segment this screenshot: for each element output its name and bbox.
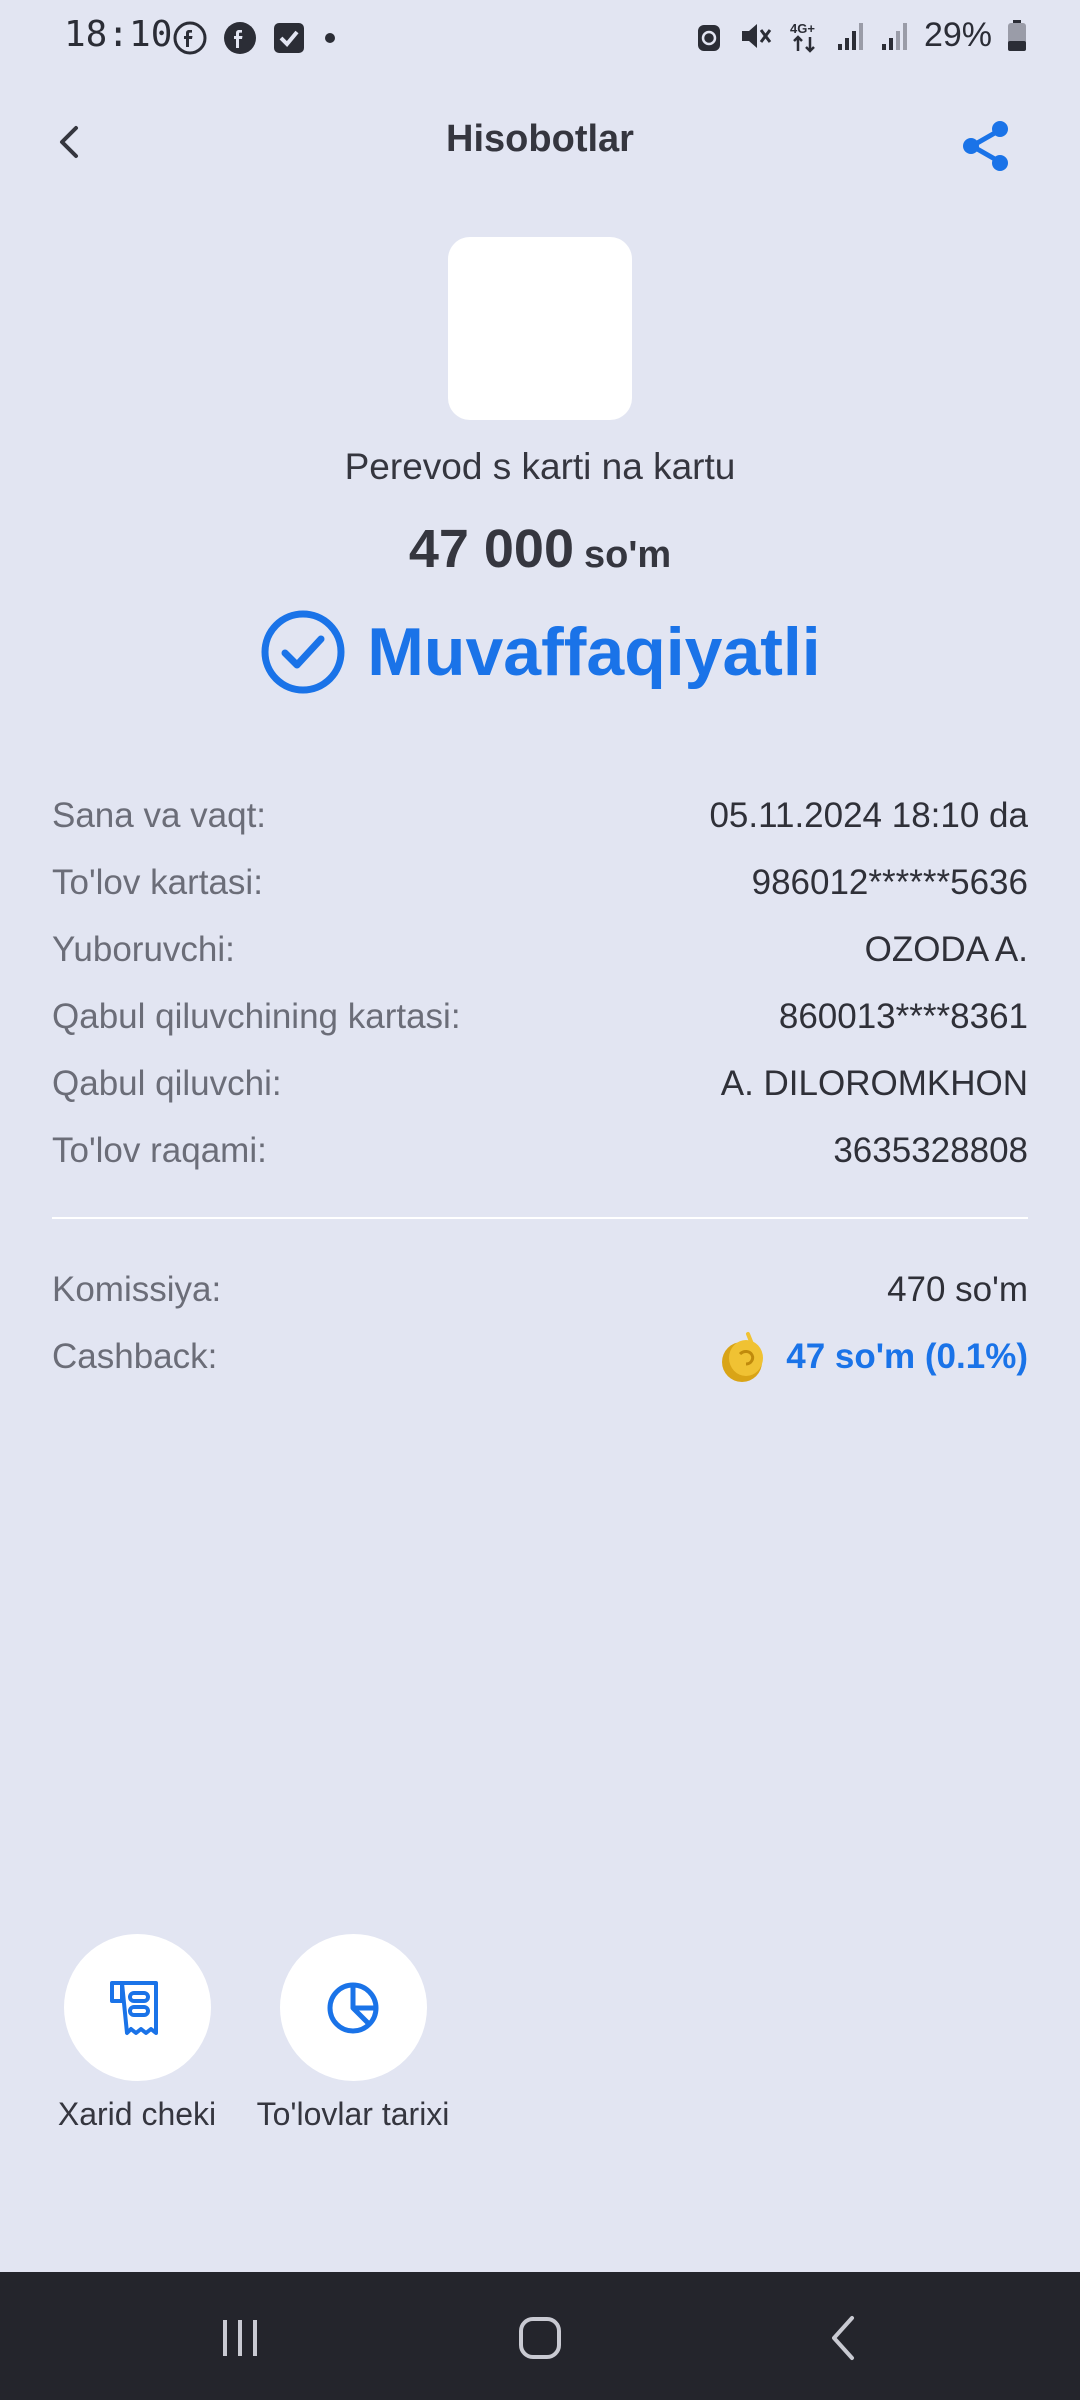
cashback-row: Cashback: 47 so'm (0.1%) — [52, 1323, 1028, 1390]
divider — [52, 1217, 1028, 1219]
detail-label: Qabul qiluvchi: — [52, 1063, 282, 1103]
4g-icon: 4G+ — [790, 21, 815, 53]
home-icon — [519, 2317, 561, 2359]
amount-value: 47 000 — [408, 519, 574, 579]
checkbox-icon — [274, 23, 304, 53]
detail-label: Sana va vaqt: — [52, 795, 267, 835]
status-bar: 18:10 4G+ 29% — [0, 0, 1080, 80]
detail-row-recipient-card: Qabul qiluvchining kartasi: 860013****83… — [52, 983, 1028, 1050]
detail-label: Qabul qiluvchining kartasi: — [52, 996, 461, 1036]
transaction-details: Sana va vaqt: 05.11.2024 18:10 da To'lov… — [52, 782, 1028, 1184]
transaction-amount: 47 000 so'm — [0, 518, 1080, 580]
detail-value: A. DILOROMKHON — [720, 1063, 1028, 1103]
merchant-logo — [448, 237, 632, 420]
facebook-icon — [173, 21, 207, 55]
detail-row-date: Sana va vaqt: 05.11.2024 18:10 da — [52, 782, 1028, 849]
detail-row-recipient: Qabul qiluvchi: A. DILOROMKHON — [52, 1050, 1028, 1117]
status-text: Muvaffaqiyatli — [367, 614, 821, 690]
back-icon — [832, 2316, 854, 2360]
detail-value: 3635328808 — [833, 1130, 1028, 1170]
detail-value: 05.11.2024 18:10 da — [709, 795, 1028, 835]
action-buttons: Xarid cheki To'lovlar tarixi — [58, 1934, 449, 2133]
detail-label: Yuboruvchi: — [52, 929, 235, 969]
share-icon — [963, 121, 1008, 171]
receipt-action[interactable]: Xarid cheki — [58, 1934, 216, 2133]
alarm-icon — [697, 24, 720, 51]
history-label: To'lovlar tarixi — [256, 2096, 450, 2132]
detail-row-sender: Yuboruvchi: OZODA A. — [52, 916, 1028, 983]
check-circle-icon — [261, 610, 345, 694]
system-nav-bar — [0, 2272, 1080, 2400]
cashback-value: 47 so'm (0.1%) — [786, 1336, 1028, 1376]
commission-label: Komissiya: — [52, 1269, 222, 1309]
detail-value: 860013****8361 — [778, 996, 1028, 1036]
recents-icon — [223, 2320, 257, 2356]
transaction-name: Perevod s karti na kartu — [344, 446, 736, 487]
nav-back-button[interactable] — [814, 2308, 874, 2368]
detail-value: OZODA A. — [864, 929, 1028, 969]
recents-button[interactable] — [210, 2308, 270, 2368]
detail-value: 986012******5636 — [751, 862, 1028, 902]
pie-chart-icon — [327, 1982, 379, 2033]
receipt-icon — [110, 1980, 158, 2035]
system-icons: 4G+ 29% — [694, 16, 1028, 55]
coin-icon — [722, 1331, 764, 1382]
battery-icon — [1008, 19, 1026, 51]
facebook-icon — [224, 22, 256, 54]
receipt-button[interactable] — [63, 1934, 211, 2081]
history-button[interactable] — [279, 1934, 427, 2081]
history-action[interactable]: To'lovlar tarixi — [257, 1934, 449, 2133]
home-button[interactable] — [510, 2308, 570, 2368]
receipt-label: Xarid cheki — [57, 2096, 217, 2132]
notification-icons — [172, 20, 340, 56]
detail-row-payment-number: To'lov raqami: 3635328808 — [52, 1117, 1028, 1184]
commission-row: Komissiya: 470 so'm — [52, 1256, 1028, 1323]
detail-label: To'lov kartasi: — [52, 862, 263, 902]
detail-row-payment-card: To'lov kartasi: 986012******5636 — [52, 849, 1028, 916]
status-time: 18:10 — [64, 14, 173, 55]
signal-icon — [881, 22, 907, 50]
page-title: Hisobotlar — [446, 118, 634, 160]
transaction-status: Muvaffaqiyatli — [0, 608, 1080, 696]
signal-icon — [837, 22, 863, 50]
dot-icon — [325, 33, 335, 43]
fees-section: Komissiya: 470 so'm Cashback: 47 so'm (0… — [52, 1256, 1028, 1390]
cashback-label: Cashback: — [52, 1336, 218, 1376]
detail-label: To'lov raqami: — [52, 1130, 267, 1170]
share-button[interactable] — [956, 116, 1016, 176]
mute-icon — [741, 23, 772, 48]
cashback-value-group: 47 so'm (0.1%) — [718, 1330, 1028, 1384]
battery-percent: 29% — [923, 16, 992, 54]
commission-value: 470 so'm — [887, 1269, 1028, 1309]
svg-text:4G+: 4G+ — [790, 21, 815, 36]
amount-currency: so'm — [584, 534, 672, 576]
